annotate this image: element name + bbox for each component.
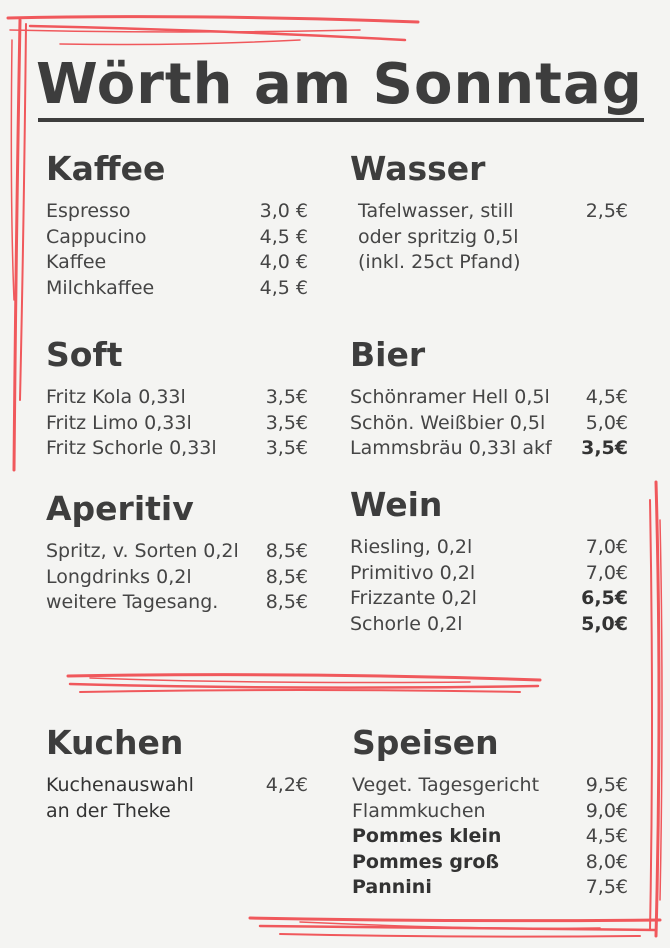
item-name: Cappucino xyxy=(46,225,147,248)
item-name: Schorle 0,2l xyxy=(350,612,463,635)
list-item: Lammsbräu 0,33l akf 3,5€ xyxy=(350,436,628,462)
list-item: Pommes groß 8,0€ xyxy=(352,850,628,876)
item-name: Fritz Kola 0,33l xyxy=(46,386,186,408)
list-item: Longdrinks 0,2l 8,5€ xyxy=(46,565,308,591)
description-line: Tafelwasser, still xyxy=(358,200,514,222)
item-price: 4,5 € xyxy=(259,276,308,299)
item-name: Spritz, v. Sorten 0,2l xyxy=(46,540,239,562)
item-price: 9,0€ xyxy=(585,799,628,822)
item-price: 5,0€ xyxy=(581,612,628,635)
description-line: oder spritzig 0,5l xyxy=(358,225,519,248)
section-bier: Bier Schönramer Hell 0,5l 4,5€ Schön. Wei… xyxy=(350,338,628,462)
list-item: Espresso 3,0 € xyxy=(46,199,308,225)
item-price: 4,5€ xyxy=(585,825,628,847)
item-price: 2,5€ xyxy=(585,200,628,222)
item-name: Milchkaffee xyxy=(46,276,155,299)
item-price: 3,5€ xyxy=(265,386,308,408)
list-item: Schorle 0,2l 5,0€ xyxy=(350,612,628,638)
item-name: Flammkuchen xyxy=(352,799,486,822)
item-name: Fritz Limo 0,33l xyxy=(46,411,192,434)
list-item: Pannini 7,5€ xyxy=(352,875,628,901)
description-line: Kuchenauswahl xyxy=(46,774,194,796)
section-heading: Kuchen xyxy=(46,723,184,762)
section-heading: Bier xyxy=(350,335,426,374)
list-item: Fritz Schorle 0,33l 3,5€ xyxy=(46,436,308,462)
section-heading: Wasser xyxy=(350,149,486,188)
kuchen-description: Kuchenauswahl an der Theke xyxy=(46,773,194,824)
section-heading: Soft xyxy=(46,335,123,374)
item-name: Pommes groß xyxy=(352,850,500,873)
section-speisen: Speisen Veget. Tagesgericht 9,5€ Flammkuc… xyxy=(352,726,628,901)
item-price: 7,0€ xyxy=(585,561,628,584)
section-wasser: Wasser Tafelwasser, still oder spritzig … xyxy=(350,152,628,276)
item-name: Kaffee xyxy=(46,251,107,273)
item-price: 3,0 € xyxy=(259,200,308,222)
list-item: Riesling, 0,2l 7,0€ xyxy=(350,535,628,561)
item-name: Frizzante 0,2l xyxy=(350,587,477,609)
list-item: Kaffee 4,0 € xyxy=(46,250,308,276)
list-item: Schön. Weißbier 0,5l 5,0€ xyxy=(350,411,628,437)
section-kaffee: Kaffee Espresso 3,0 € Cappucino 4,5 € Kaff… xyxy=(46,152,308,301)
menu-page: Wörth am Sonntag Kaffee Espresso 3,0 € Ca… xyxy=(0,0,670,948)
item-price: 4,0 € xyxy=(259,251,308,273)
item-name: Schön. Weißbier 0,5l xyxy=(350,411,546,434)
item-price: 5,0€ xyxy=(585,411,628,434)
section-heading: Wein xyxy=(350,485,443,524)
item-price: 7,5€ xyxy=(585,876,628,898)
item-name: weitere Tagesang. xyxy=(46,591,219,613)
list-item: Cappucino 4,5 € xyxy=(46,225,308,251)
item-price: 4,5€ xyxy=(585,386,628,408)
item-price: 7,0€ xyxy=(585,536,628,558)
section-heading: Speisen xyxy=(352,723,499,762)
list-item: weitere Tagesang. 8,5€ xyxy=(46,590,308,616)
wasser-description: Tafelwasser, still oder spritzig 0,5l (i… xyxy=(358,199,521,276)
list-item: Primitivo 0,2l 7,0€ xyxy=(350,561,628,587)
item-name: Schönramer Hell 0,5l xyxy=(350,386,550,408)
list-item: Flammkuchen 9,0€ xyxy=(352,799,628,825)
item-name: Lammsbräu 0,33l akf xyxy=(350,437,552,459)
item-price: 8,5€ xyxy=(265,565,308,588)
item-price: 4,5 € xyxy=(259,225,308,248)
item-name: Riesling, 0,2l xyxy=(350,536,473,558)
item-name: Pannini xyxy=(352,876,432,898)
list-item: Pommes klein 4,5€ xyxy=(352,824,628,850)
item-price: 3,5€ xyxy=(581,437,628,459)
section-soft: Soft Fritz Kola 0,33l 3,5€ Fritz Limo 0,3… xyxy=(46,338,308,462)
description-line: (inkl. 25ct Pfand) xyxy=(358,251,521,273)
item-name: Pommes klein xyxy=(352,825,502,847)
page-title: Wörth am Sonntag xyxy=(36,52,643,117)
item-name: Primitivo 0,2l xyxy=(350,561,476,584)
item-price: 6,5€ xyxy=(581,587,628,609)
list-item: Milchkaffee 4,5 € xyxy=(46,276,308,302)
item-price: 4,2€ xyxy=(265,774,308,796)
section-heading: Kaffee xyxy=(46,149,166,188)
list-item: Spritz, v. Sorten 0,2l 8,5€ xyxy=(46,539,308,565)
item-price: 9,5€ xyxy=(585,774,628,796)
list-item: Frizzante 0,2l 6,5€ xyxy=(350,586,628,612)
section-kuchen: Kuchen Kuchenauswahl an der Theke 4,2€ xyxy=(46,726,308,824)
list-item: Veget. Tagesgericht 9,5€ xyxy=(352,773,628,799)
section-heading: Aperitiv xyxy=(46,489,194,528)
item-price: 3,5€ xyxy=(265,411,308,434)
item-price: 8,5€ xyxy=(265,591,308,613)
item-name: Veget. Tagesgericht xyxy=(352,774,540,796)
list-item: Schönramer Hell 0,5l 4,5€ xyxy=(350,385,628,411)
list-item: Fritz Limo 0,33l 3,5€ xyxy=(46,411,308,437)
item-name: Longdrinks 0,2l xyxy=(46,565,192,588)
section-wein: Wein Riesling, 0,2l 7,0€ Primitivo 0,2l 7,… xyxy=(350,488,628,637)
list-item: Fritz Kola 0,33l 3,5€ xyxy=(46,385,308,411)
description-line: an der Theke xyxy=(46,799,171,822)
item-price: 8,0€ xyxy=(585,850,628,873)
item-price: 8,5€ xyxy=(265,540,308,562)
item-name: Fritz Schorle 0,33l xyxy=(46,437,217,459)
title-underline xyxy=(38,118,644,122)
item-name: Espresso xyxy=(46,200,131,222)
section-aperitiv: Aperitiv Spritz, v. Sorten 0,2l 8,5€ Long… xyxy=(46,492,308,616)
item-price: 3,5€ xyxy=(265,437,308,459)
